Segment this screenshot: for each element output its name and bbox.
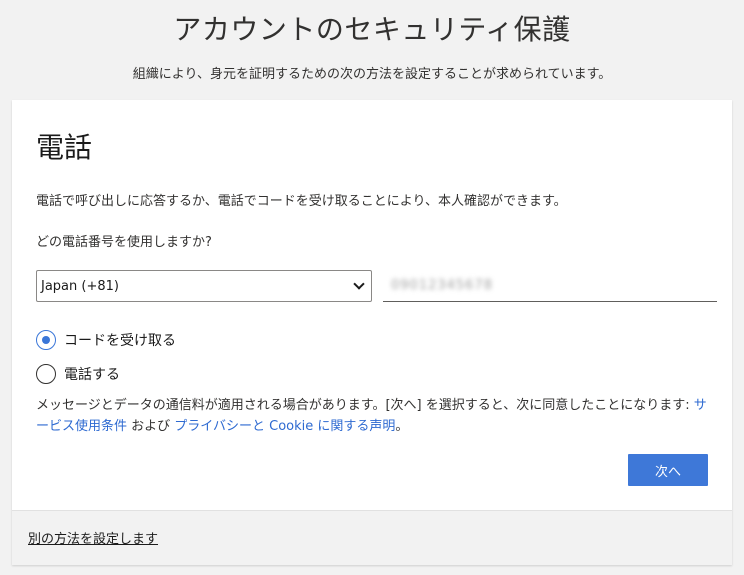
option-receive-code-label: コードを受け取る (64, 333, 176, 349)
set-up-different-method-link[interactable]: 別の方法を設定します (28, 528, 158, 547)
notice-text: メッセージとデータの通信料が適用される場合があります。[次へ] を選択すると、次… (36, 398, 694, 413)
privacy-link[interactable]: プライバシーと Cookie に関する声明 (174, 419, 395, 434)
option-call[interactable]: 電話する (36, 364, 120, 384)
phone-method-card: 電話 電話で呼び出しに応答するか、電話でコードを受け取ることにより、本人確認がで… (12, 100, 732, 565)
country-code-value: Japan (+81) (41, 278, 119, 294)
notice-end: 。 (395, 419, 409, 434)
chevron-down-icon (353, 278, 365, 290)
option-receive-code[interactable]: コードを受け取る (36, 330, 176, 350)
phone-number-input[interactable]: 09012345678 (383, 270, 717, 302)
page-subtitle: 組織により、身元を証明するための次の方法を設定することが求められています。 (132, 67, 612, 82)
data-rates-notice: メッセージとデータの通信料が適用される場合があります。[次へ] を選択すると、次… (36, 395, 716, 437)
notice-conjunction: および (127, 419, 175, 434)
method-description: 電話で呼び出しに応答するか、電話でコードを受け取ることにより、本人確認ができます… (36, 194, 567, 209)
option-call-label: 電話する (64, 367, 120, 383)
page-title: アカウントのセキュリティ保護 (173, 13, 571, 46)
radio-receive-code[interactable] (36, 330, 56, 350)
card-title: 電話 (36, 131, 93, 164)
card-footer: 別の方法を設定します (12, 510, 732, 565)
phone-number-question: どの電話番号を使用しますか? (36, 235, 212, 250)
phone-number-value: 09012345678 (391, 278, 493, 293)
country-code-select[interactable]: Japan (+81) (36, 270, 372, 302)
radio-call[interactable] (36, 364, 56, 384)
next-button[interactable]: 次へ (628, 454, 708, 486)
